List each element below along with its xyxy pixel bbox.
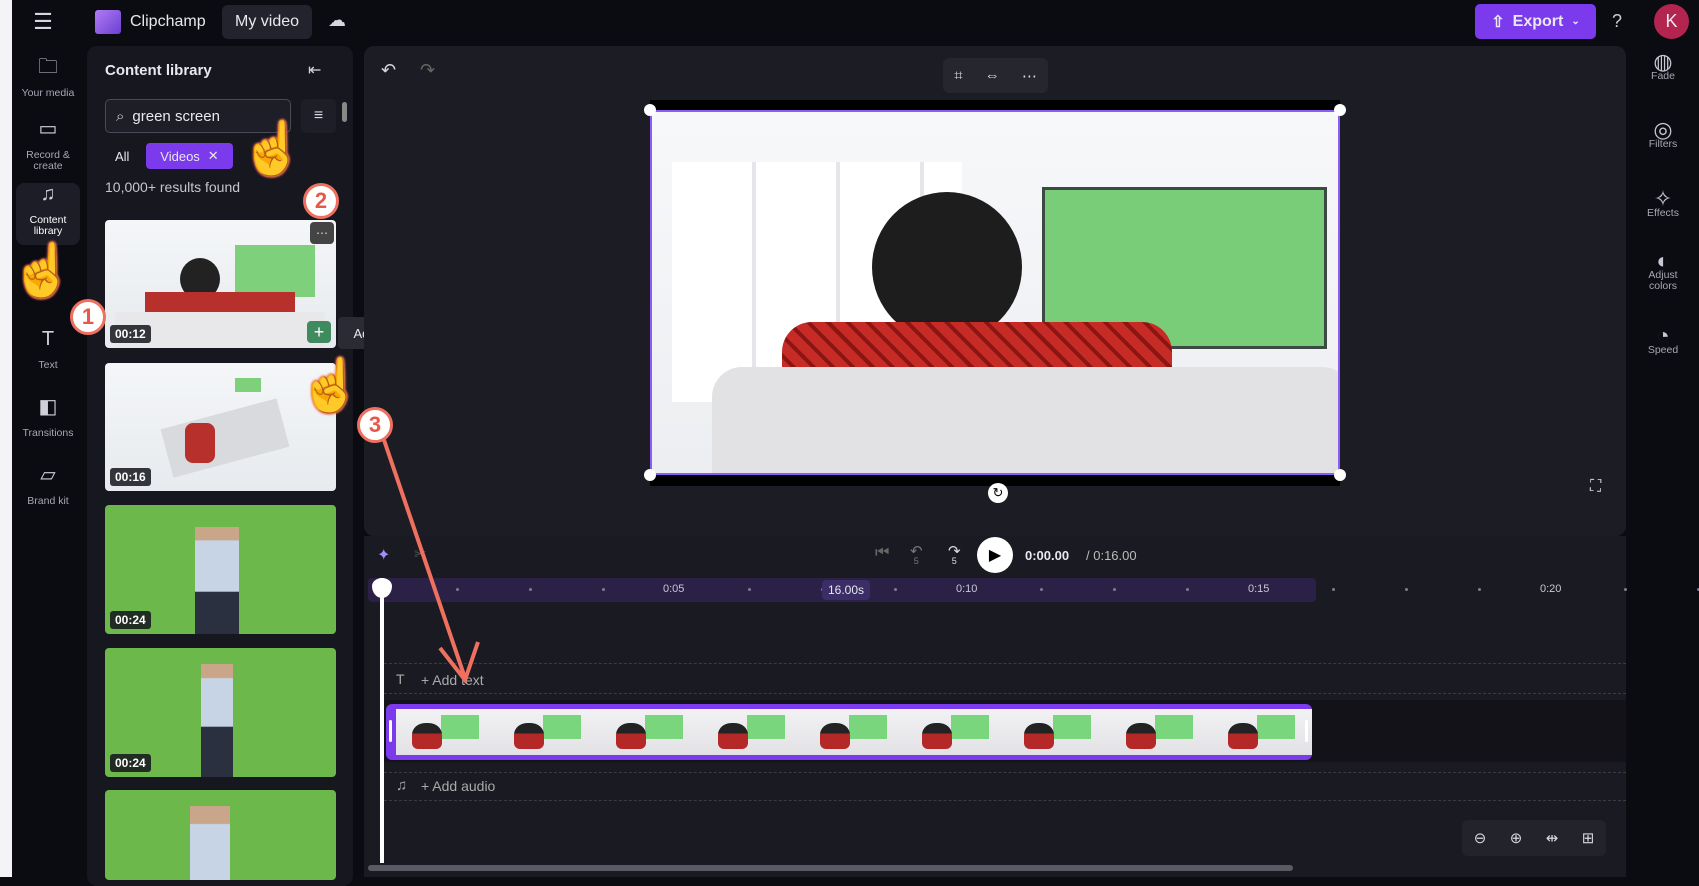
pointer-hand-icon: ☝ [240,120,305,178]
pointer-hand-icon: ☝ [10,242,75,300]
step-badge: 3 [357,407,393,443]
step-badge: 1 [70,299,106,335]
pointer-hand-icon: ☝ [298,357,363,415]
step-badge: 2 [303,183,339,219]
